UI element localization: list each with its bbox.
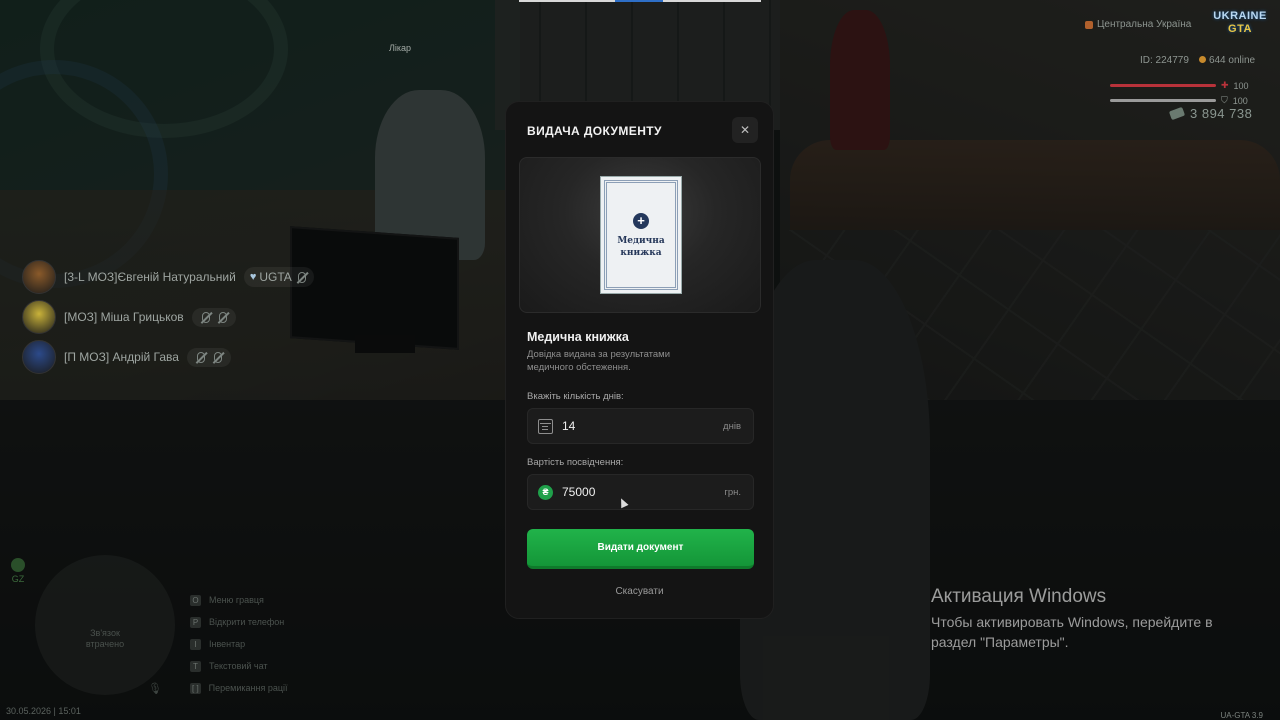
- minimap: [35, 555, 175, 695]
- keybind-hints: O Меню гравця P Відкрити телефон I Інвентар…: [190, 589, 288, 699]
- key-cap: T: [190, 660, 201, 672]
- windows-activation-watermark: Активация Windows Чтобы активировать Win…: [931, 586, 1251, 652]
- days-input[interactable]: 14 днів: [527, 408, 754, 444]
- server-logo: UKRAINE GTA: [1212, 10, 1268, 40]
- mic-muted-icon: [194, 351, 207, 364]
- price-label: Вартість посвідчення:: [527, 457, 624, 468]
- keybind-label: Відкрити телефон: [209, 617, 285, 627]
- logo-text: GTA: [1228, 23, 1252, 35]
- vip-badge: ♥ UGTA: [243, 267, 314, 287]
- hryvnia-coin-icon: ₴: [538, 484, 553, 500]
- minimap-status-line: втрачено: [85, 639, 125, 649]
- logo-text: UKRAINE: [1213, 10, 1267, 22]
- avatar: [22, 300, 56, 334]
- calendar-icon: [538, 418, 553, 434]
- badge-label: UGTA: [259, 270, 292, 284]
- document-preview: + Медична книжка: [519, 157, 761, 313]
- cash-icon: [1168, 106, 1186, 121]
- armor-bar-row: ⛉ 100: [1110, 95, 1248, 106]
- medical-cross-icon: +: [633, 213, 649, 229]
- avatar: [22, 260, 56, 294]
- money-display: 3 894 738: [1168, 106, 1253, 121]
- voice-chat-row: [П МОЗ] Андрій Гава: [22, 340, 314, 374]
- armor-value: 100: [1232, 95, 1248, 106]
- online-icon: [1198, 56, 1206, 63]
- speaker-muted-icon: [211, 351, 224, 364]
- heart-icon: ♥: [249, 271, 257, 283]
- document-cover-title: Медична книжка: [617, 236, 665, 258]
- mute-status: [186, 347, 231, 367]
- region-name: Центральна Україна: [1097, 19, 1192, 30]
- health-bar-row: ✚ 100: [1110, 80, 1249, 91]
- voice-player-name: [МОЗ] Міша Грицьков: [64, 310, 184, 324]
- watermark-title: Активация Windows: [931, 586, 1107, 607]
- gang-zone-icon: [11, 558, 25, 572]
- keybind-label: Текстовий чат: [209, 661, 268, 671]
- minimap-status: Зв'язок втрачено: [70, 628, 140, 650]
- price-unit: грн.: [724, 486, 741, 498]
- speaker-muted-icon: [216, 311, 229, 324]
- keybind-label: Інвентар: [209, 639, 246, 649]
- player-id: ID: 224779: [1140, 55, 1189, 66]
- top-progress-strip: [519, 0, 761, 2]
- shield-icon: ⛉: [1221, 95, 1228, 105]
- game-version: UA-GTA 3.9: [1220, 711, 1263, 720]
- health-value: 100: [1233, 80, 1249, 91]
- key-cap: O: [190, 594, 201, 606]
- key-cap: P: [190, 616, 201, 628]
- region-indicator: Центральна Україна: [1085, 19, 1191, 30]
- keybind-row: P Відкрити телефон: [190, 611, 288, 633]
- cancel-button[interactable]: Скасувати: [506, 586, 773, 597]
- keybind-row: T Текстовий чат: [190, 655, 288, 677]
- document-cover: + Медична книжка: [600, 176, 682, 294]
- document-name: Медична книжка: [527, 330, 629, 344]
- key-cap: I: [190, 638, 201, 650]
- avatar: [22, 340, 56, 374]
- npc-nametag: Лікар: [389, 43, 412, 53]
- close-button[interactable]: ✕: [732, 117, 758, 143]
- minimap-status-line: Зв'язок: [90, 628, 120, 638]
- issue-document-button[interactable]: Видати документ: [527, 529, 754, 569]
- keybind-label: Перемикання рації: [208, 683, 288, 693]
- online-count: 644 online: [1198, 55, 1255, 66]
- player-info: ID: 224779 644 online: [1140, 55, 1255, 66]
- days-label: Вкажіть кількість днів:: [527, 391, 624, 402]
- money-value: 3 894 738: [1190, 106, 1253, 121]
- voice-chat-row: [МОЗ] Міша Грицьков: [22, 300, 314, 334]
- mute-status: [191, 307, 236, 327]
- key-cap: [ ]: [190, 682, 201, 694]
- microphone-icon: 🎙: [148, 683, 162, 695]
- price-input[interactable]: ₴ 75000 грн.: [527, 474, 754, 510]
- datetime: 30.05.2026 | 15:01: [6, 706, 81, 716]
- region-icon: [1085, 20, 1093, 29]
- voice-player-name: [П МОЗ] Андрій Гава: [64, 350, 179, 364]
- days-unit: днів: [723, 420, 741, 432]
- dialog-title: ВИДАЧА ДОКУМЕНТУ: [527, 124, 662, 138]
- armor-bar: [1110, 99, 1216, 102]
- watermark-text: Чтобы активировать Windows, перейдите в …: [931, 614, 1213, 650]
- voice-chat-row: [3-L МОЗ]Євгеній Натуральний ♥ UGTA: [22, 260, 314, 294]
- days-value[interactable]: 14: [562, 419, 723, 433]
- gang-zone-label: GZ: [11, 574, 25, 584]
- price-value[interactable]: 75000: [562, 485, 724, 499]
- document-description: Довідка видана за результатами медичного…: [527, 349, 671, 373]
- mic-muted-icon: [295, 271, 308, 284]
- voice-player-name: [3-L МОЗ]Євгеній Натуральний: [64, 270, 236, 284]
- mic-muted-icon: [199, 311, 212, 324]
- voice-chat-list: [3-L МОЗ]Євгеній Натуральний ♥ UGTA [МОЗ…: [22, 260, 314, 380]
- heart-icon: ✚: [1221, 80, 1229, 90]
- gang-zone-indicator: GZ: [8, 558, 28, 584]
- health-bar: [1110, 84, 1216, 87]
- keybind-row: I Інвентар: [190, 633, 288, 655]
- keybind-row: O Меню гравця: [190, 589, 288, 611]
- keybind-row: [ ] Перемикання рації: [190, 677, 288, 699]
- keybind-label: Меню гравця: [209, 595, 264, 605]
- document-issue-dialog: ВИДАЧА ДОКУМЕНТУ ✕ + Медична книжка Меди…: [505, 101, 774, 619]
